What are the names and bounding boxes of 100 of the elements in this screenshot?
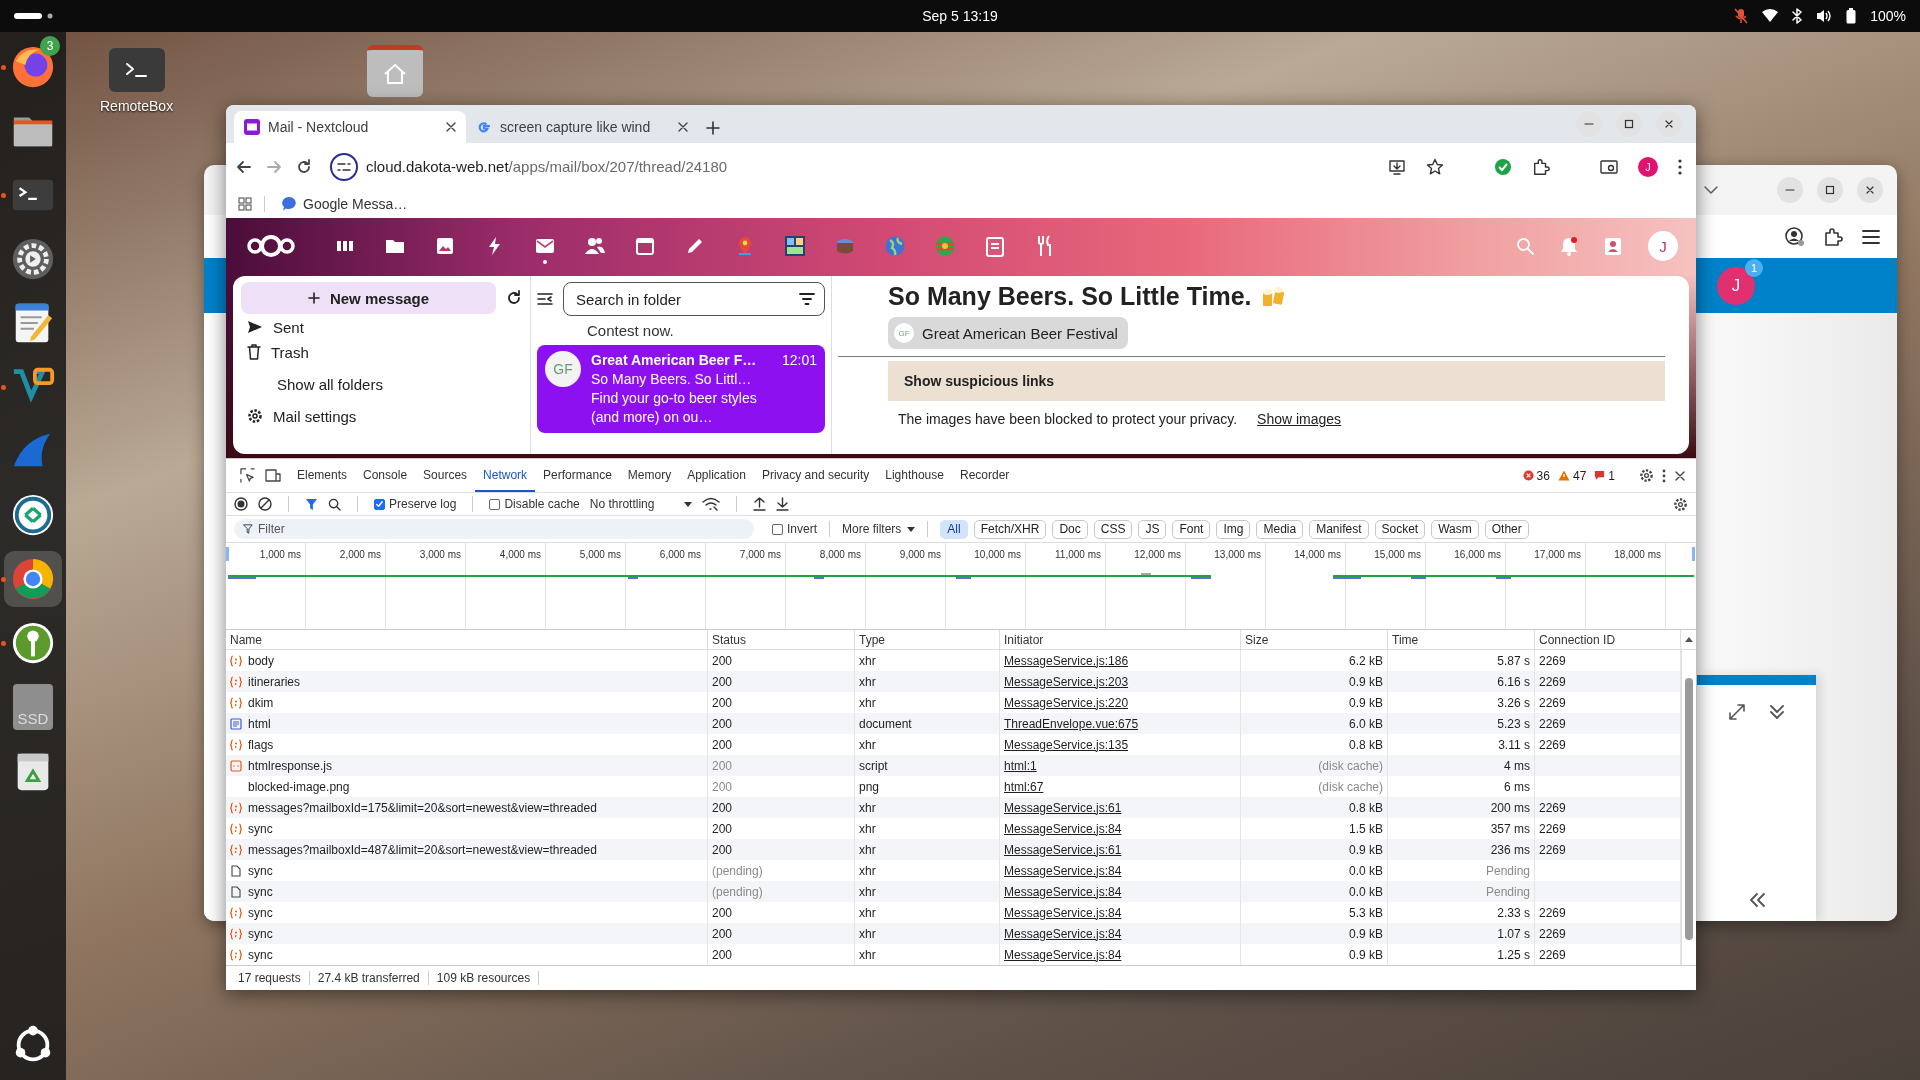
- devtools-tab[interactable]: Performance: [535, 459, 620, 492]
- more-icon[interactable]: [1662, 468, 1666, 483]
- type-filter-chip[interactable]: JS: [1138, 519, 1167, 539]
- folder-item[interactable]: Mail settings: [241, 402, 522, 430]
- search-field[interactable]: Search in folder: [563, 282, 825, 316]
- type-filter-chip[interactable]: Media: [1256, 519, 1304, 539]
- close-icon[interactable]: [678, 122, 688, 132]
- scrollbar-thumb[interactable]: [1685, 678, 1693, 940]
- type-filter-chip[interactable]: Wasm: [1431, 519, 1479, 539]
- devtools-tab[interactable]: Memory: [619, 459, 680, 492]
- more-icon[interactable]: [1678, 158, 1682, 175]
- devtools-tab[interactable]: Sources: [415, 459, 476, 492]
- menu-icon[interactable]: [1861, 228, 1881, 245]
- type-filter-chip[interactable]: Img: [1216, 519, 1251, 539]
- initiator-link[interactable]: MessageService.js:186: [1004, 653, 1129, 668]
- issue-count[interactable]: 1: [1608, 468, 1615, 483]
- bookmark-star-icon[interactable]: [1426, 157, 1444, 176]
- install-icon[interactable]: [1388, 157, 1406, 176]
- request-name[interactable]: itineraries: [248, 674, 301, 689]
- request-name[interactable]: sync: [248, 863, 273, 878]
- initiator-link[interactable]: html:1: [1004, 758, 1037, 773]
- bell-icon[interactable]: [1560, 236, 1578, 256]
- folder-item[interactable]: Sent: [241, 316, 522, 338]
- double-chevron-left-icon[interactable]: [1747, 891, 1766, 909]
- wifi-icon[interactable]: [1762, 9, 1779, 23]
- home-folder-icon[interactable]: [367, 45, 423, 97]
- devtools-tab[interactable]: Elements: [289, 459, 356, 492]
- close-button[interactable]: [1857, 177, 1883, 203]
- settings-icon[interactable]: [1673, 496, 1688, 512]
- request-name[interactable]: sync: [248, 926, 273, 941]
- more-filters-dropdown[interactable]: More filters: [842, 522, 916, 537]
- initiator-link[interactable]: MessageService.js:84: [1004, 905, 1122, 920]
- devtools-tab[interactable]: Lighthouse: [877, 459, 952, 492]
- double-chevron-down-icon[interactable]: [1767, 703, 1786, 721]
- type-filter-chip[interactable]: Doc: [1052, 519, 1088, 539]
- chevron-down-icon[interactable]: [1703, 185, 1719, 195]
- clear-icon[interactable]: [258, 497, 272, 512]
- settings-icon[interactable]: [1639, 468, 1654, 483]
- type-filter-chip[interactable]: All: [940, 519, 968, 539]
- bookmark[interactable]: Google Messa…: [277, 194, 412, 214]
- checkbox-label[interactable]: Disable cache: [504, 497, 580, 512]
- sort-up-icon[interactable]: [1685, 637, 1693, 642]
- request-name[interactable]: sync: [248, 821, 273, 836]
- close-icon[interactable]: [446, 122, 456, 132]
- cloud-logo-icon[interactable]: [246, 234, 296, 258]
- type-filter-chip[interactable]: Fetch/XHR: [973, 519, 1047, 539]
- checkbox-label[interactable]: Preserve log: [389, 497, 457, 512]
- minimize-button[interactable]: [1777, 177, 1803, 203]
- contact-card-icon[interactable]: [1604, 236, 1622, 256]
- message-item[interactable]: GF Great American Beer F… 12:01 So Many Beers. So Littl… Find your go-to beer styles (and more) on ou…: [537, 345, 825, 433]
- request-name[interactable]: body: [248, 653, 275, 668]
- volume-icon[interactable]: [1816, 9, 1833, 23]
- close-icon[interactable]: [1674, 469, 1686, 482]
- show-images-link[interactable]: Show images: [1257, 411, 1342, 427]
- folder-item[interactable]: Show all folders: [241, 366, 522, 402]
- devtools-tab[interactable]: Application: [679, 459, 754, 492]
- request-name[interactable]: flags: [248, 737, 274, 752]
- column-header[interactable]: Size: [1241, 630, 1388, 650]
- profile-avatar[interactable]: J: [1638, 156, 1658, 177]
- checkbox[interactable]: [374, 498, 385, 510]
- reading-mode-icon[interactable]: [1600, 157, 1618, 176]
- desktop-icon-label[interactable]: RemoteBox: [100, 98, 174, 114]
- bluetooth-icon[interactable]: [1792, 8, 1803, 24]
- request-name[interactable]: html: [248, 716, 271, 731]
- battery-icon[interactable]: [1846, 8, 1857, 24]
- checkbox[interactable]: [489, 498, 501, 510]
- initiator-link[interactable]: MessageService.js:135: [1004, 737, 1129, 752]
- request-name[interactable]: blocked-image.png: [248, 779, 350, 794]
- browser-tab[interactable]: Mail - Nextcloud: [234, 111, 466, 143]
- site-info-button[interactable]: [330, 152, 358, 181]
- url-text[interactable]: cloud.dakota-web.net/apps/mail/box/207/thread/24180: [366, 158, 728, 175]
- warning-count[interactable]: 47: [1572, 468, 1587, 483]
- scrollbar[interactable]: [1681, 650, 1696, 965]
- folder-item[interactable]: Trash: [241, 338, 522, 366]
- request-name[interactable]: sync: [248, 884, 273, 899]
- extension-icon[interactable]: [1823, 226, 1843, 247]
- account-icon[interactable]: [1785, 226, 1805, 247]
- workspace-indicator-icon[interactable]: [14, 12, 54, 20]
- type-filter-chip[interactable]: Manifest: [1309, 519, 1369, 539]
- apps-grid-icon[interactable]: [238, 197, 252, 211]
- initiator-link[interactable]: MessageService.js:84: [1004, 947, 1122, 962]
- extension-icon[interactable]: [1532, 157, 1550, 176]
- settings-icon[interactable]: [10, 236, 56, 282]
- user-avatar[interactable]: J: [1648, 231, 1678, 261]
- initiator-link[interactable]: html:67: [1004, 779, 1044, 794]
- suspicious-links-toggle[interactable]: Show suspicious links: [888, 361, 1665, 401]
- clock[interactable]: Sep 5 13:19: [922, 8, 998, 24]
- checkbox-label[interactable]: Invert: [787, 522, 817, 537]
- devtools-tab[interactable]: Privacy and security: [753, 459, 878, 492]
- type-filter-chip[interactable]: CSS: [1093, 519, 1133, 539]
- column-header[interactable]: Initiator: [1000, 630, 1241, 650]
- expand-icon[interactable]: [1727, 703, 1746, 721]
- column-header[interactable]: Type: [855, 630, 1000, 650]
- type-filter-chip[interactable]: Socket: [1374, 519, 1426, 539]
- maximize-button[interactable]: [1616, 111, 1642, 137]
- minimize-button[interactable]: [1576, 111, 1602, 137]
- refresh-icon[interactable]: [506, 290, 522, 306]
- remote-desktop-icon[interactable]: [10, 492, 56, 538]
- request-name[interactable]: htmlresponse.js: [248, 758, 333, 773]
- initiator-link[interactable]: MessageService.js:84: [1004, 863, 1122, 878]
